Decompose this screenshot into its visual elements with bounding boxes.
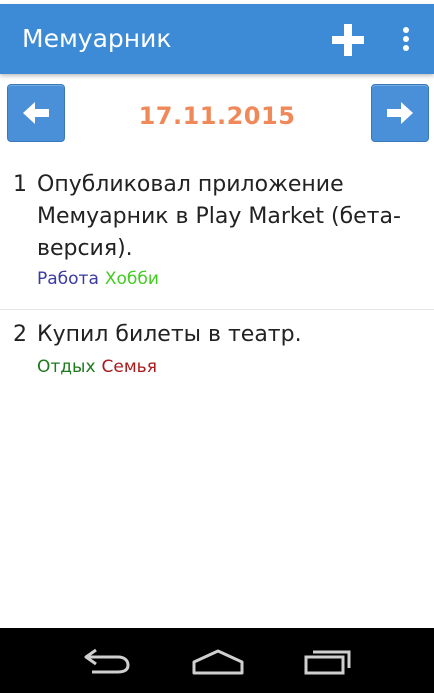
entry-number: 1 xyxy=(13,172,27,197)
entry-text: Опубликовал приложение Мемуарник в Play … xyxy=(37,172,401,261)
tag-label: Работа xyxy=(37,269,99,289)
arrow-right-icon xyxy=(387,102,413,124)
tag-label: Семья xyxy=(101,357,157,377)
overflow-menu-button[interactable] xyxy=(394,20,418,60)
tag-label: Отдых xyxy=(37,357,96,377)
next-day-button[interactable] xyxy=(371,84,429,142)
back-button[interactable] xyxy=(82,646,132,676)
home-icon xyxy=(192,649,244,675)
back-icon xyxy=(84,648,130,674)
entries-list: 1 Опубликовал приложение Мемуарник в Pla… xyxy=(0,160,434,420)
list-item[interactable]: 1 Опубликовал приложение Мемуарник в Pla… xyxy=(0,160,434,310)
arrow-left-icon xyxy=(23,102,49,124)
app-title: Мемуарник xyxy=(22,24,172,53)
recents-button[interactable] xyxy=(303,646,353,676)
add-entry-button[interactable] xyxy=(328,20,368,60)
previous-day-button[interactable] xyxy=(7,84,65,142)
current-date: 17.11.2015 xyxy=(138,102,296,130)
plus-icon xyxy=(332,24,364,56)
overflow-menu-icon xyxy=(403,27,409,51)
action-bar: Мемуарник xyxy=(0,4,434,74)
date-navigator: 17.11.2015 xyxy=(0,80,434,150)
home-button[interactable] xyxy=(191,646,245,676)
entry-tags: Работа Хобби xyxy=(37,268,165,290)
tag-label: Хобби xyxy=(104,269,159,289)
entry-text: Купил билеты в театр. xyxy=(37,322,302,347)
list-item[interactable]: 2 Купил билеты в театр. Отдых Семья xyxy=(0,310,434,420)
recents-icon xyxy=(304,650,351,675)
entry-number: 2 xyxy=(13,322,27,347)
system-navigation-bar xyxy=(0,628,434,693)
entry-tags: Отдых Семья xyxy=(37,356,163,378)
